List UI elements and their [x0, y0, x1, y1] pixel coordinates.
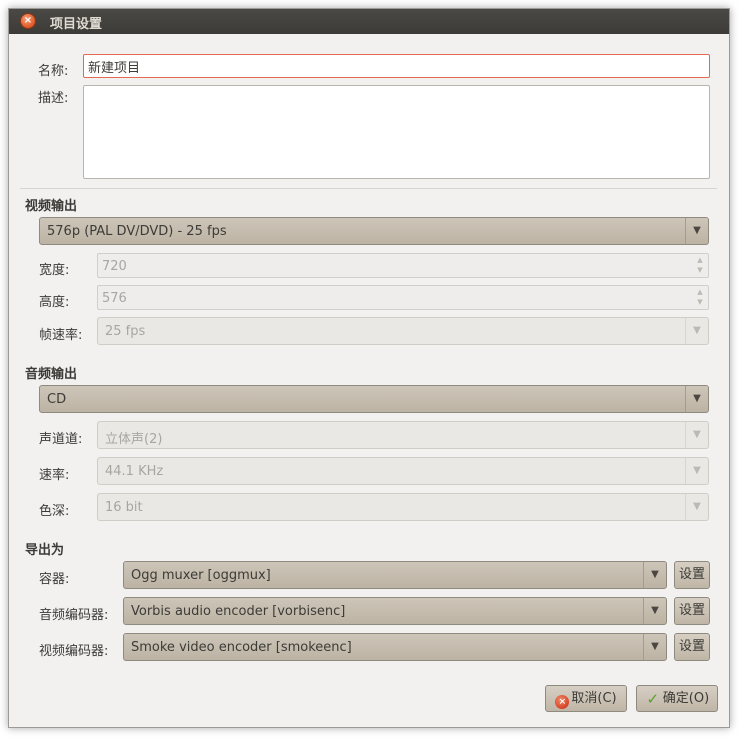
cancel-label: 取消(C)	[571, 691, 617, 706]
height-label: 高度:	[39, 295, 70, 310]
chevron-down-icon: ▼	[685, 494, 708, 520]
audio-preset-value: CD	[47, 392, 67, 407]
width-label: 宽度:	[39, 263, 70, 278]
cancel-icon: ×	[555, 695, 570, 709]
project-description-input[interactable]	[83, 85, 710, 179]
audio-encoder-settings-button[interactable]: 设置	[674, 597, 710, 625]
chevron-down-icon: ▼	[685, 218, 708, 244]
framerate-label: 帧速率:	[39, 328, 83, 343]
chevron-down-icon: ▼	[643, 598, 666, 624]
ok-label: 确定(O)	[662, 691, 710, 706]
project-settings-dialog: × 项目设置 名称: 描述: 视频输出 576p (PAL DV/DVD) - …	[8, 8, 730, 728]
video-encoder-value: Smoke video encoder [smokeenc]	[131, 640, 352, 655]
container-combo[interactable]: Ogg muxer [oggmux] ▼	[123, 561, 667, 589]
video-encoder-label: 视频编码器:	[39, 644, 109, 659]
description-label: 描述:	[38, 91, 69, 106]
project-name-input[interactable]	[83, 54, 710, 78]
video-preset-combo[interactable]: 576p (PAL DV/DVD) - 25 fps ▼	[39, 217, 709, 245]
container-settings-button[interactable]: 设置	[674, 561, 710, 589]
bit-depth-label: 色深:	[39, 504, 70, 519]
spin-up-icon[interactable]: ▲	[697, 256, 702, 264]
audio-output-heading: 音频输出	[25, 367, 78, 382]
chevron-down-icon: ▼	[643, 562, 666, 588]
chevron-down-icon: ▼	[685, 458, 708, 484]
audio-encoder-combo[interactable]: Vorbis audio encoder [vorbisenc] ▼	[123, 597, 667, 625]
spin-arrows-icon[interactable]: ▲ ▼	[694, 287, 706, 308]
chevron-down-icon: ▼	[685, 318, 708, 344]
video-preset-value: 576p (PAL DV/DVD) - 25 fps	[47, 224, 227, 239]
channels-value: 立体声(2)	[105, 432, 163, 447]
audio-encoder-value: Vorbis audio encoder [vorbisenc]	[131, 604, 346, 619]
container-label: 容器:	[39, 572, 70, 587]
spin-down-icon[interactable]: ▼	[697, 266, 702, 274]
sample-rate-value: 44.1 KHz	[105, 464, 164, 479]
audio-preset-combo[interactable]: CD ▼	[39, 385, 709, 413]
chevron-down-icon: ▼	[643, 634, 666, 660]
chevron-down-icon: ▼	[685, 422, 708, 448]
title-bar: × 项目设置	[9, 9, 729, 34]
window-title: 项目设置	[50, 17, 103, 32]
channels-label: 声道道:	[39, 432, 83, 447]
width-value: 720	[102, 259, 127, 274]
channels-combo[interactable]: 立体声(2) ▼	[97, 421, 709, 449]
video-encoder-settings-button[interactable]: 设置	[674, 633, 710, 661]
framerate-combo[interactable]: 25 fps ▼	[97, 317, 709, 345]
bit-depth-value: 16 bit	[105, 500, 143, 515]
sample-rate-label: 速率:	[39, 468, 70, 483]
spin-down-icon[interactable]: ▼	[697, 298, 702, 306]
width-spinbox[interactable]: 720 ▲ ▼	[97, 253, 709, 278]
ok-button[interactable]: ✓ 确定(O)	[636, 685, 718, 712]
height-spinbox[interactable]: 576 ▲ ▼	[97, 285, 709, 310]
height-value: 576	[102, 291, 127, 306]
video-encoder-combo[interactable]: Smoke video encoder [smokeenc] ▼	[123, 633, 667, 661]
name-label: 名称:	[38, 64, 69, 79]
bit-depth-combo[interactable]: 16 bit ▼	[97, 493, 709, 521]
video-output-heading: 视频输出	[25, 199, 78, 214]
close-icon[interactable]: ×	[20, 13, 36, 29]
sample-rate-combo[interactable]: 44.1 KHz ▼	[97, 457, 709, 485]
spin-arrows-icon[interactable]: ▲ ▼	[694, 255, 706, 276]
framerate-value: 25 fps	[105, 324, 146, 339]
checkmark-icon: ✓	[646, 690, 660, 708]
container-value: Ogg muxer [oggmux]	[131, 568, 271, 583]
export-heading: 导出为	[25, 543, 65, 558]
spin-up-icon[interactable]: ▲	[697, 288, 702, 296]
cancel-button[interactable]: × 取消(C)	[545, 685, 627, 712]
project-info-frame: 名称: 描述:	[20, 47, 717, 189]
audio-encoder-label: 音频编码器:	[39, 608, 109, 623]
chevron-down-icon: ▼	[685, 386, 708, 412]
